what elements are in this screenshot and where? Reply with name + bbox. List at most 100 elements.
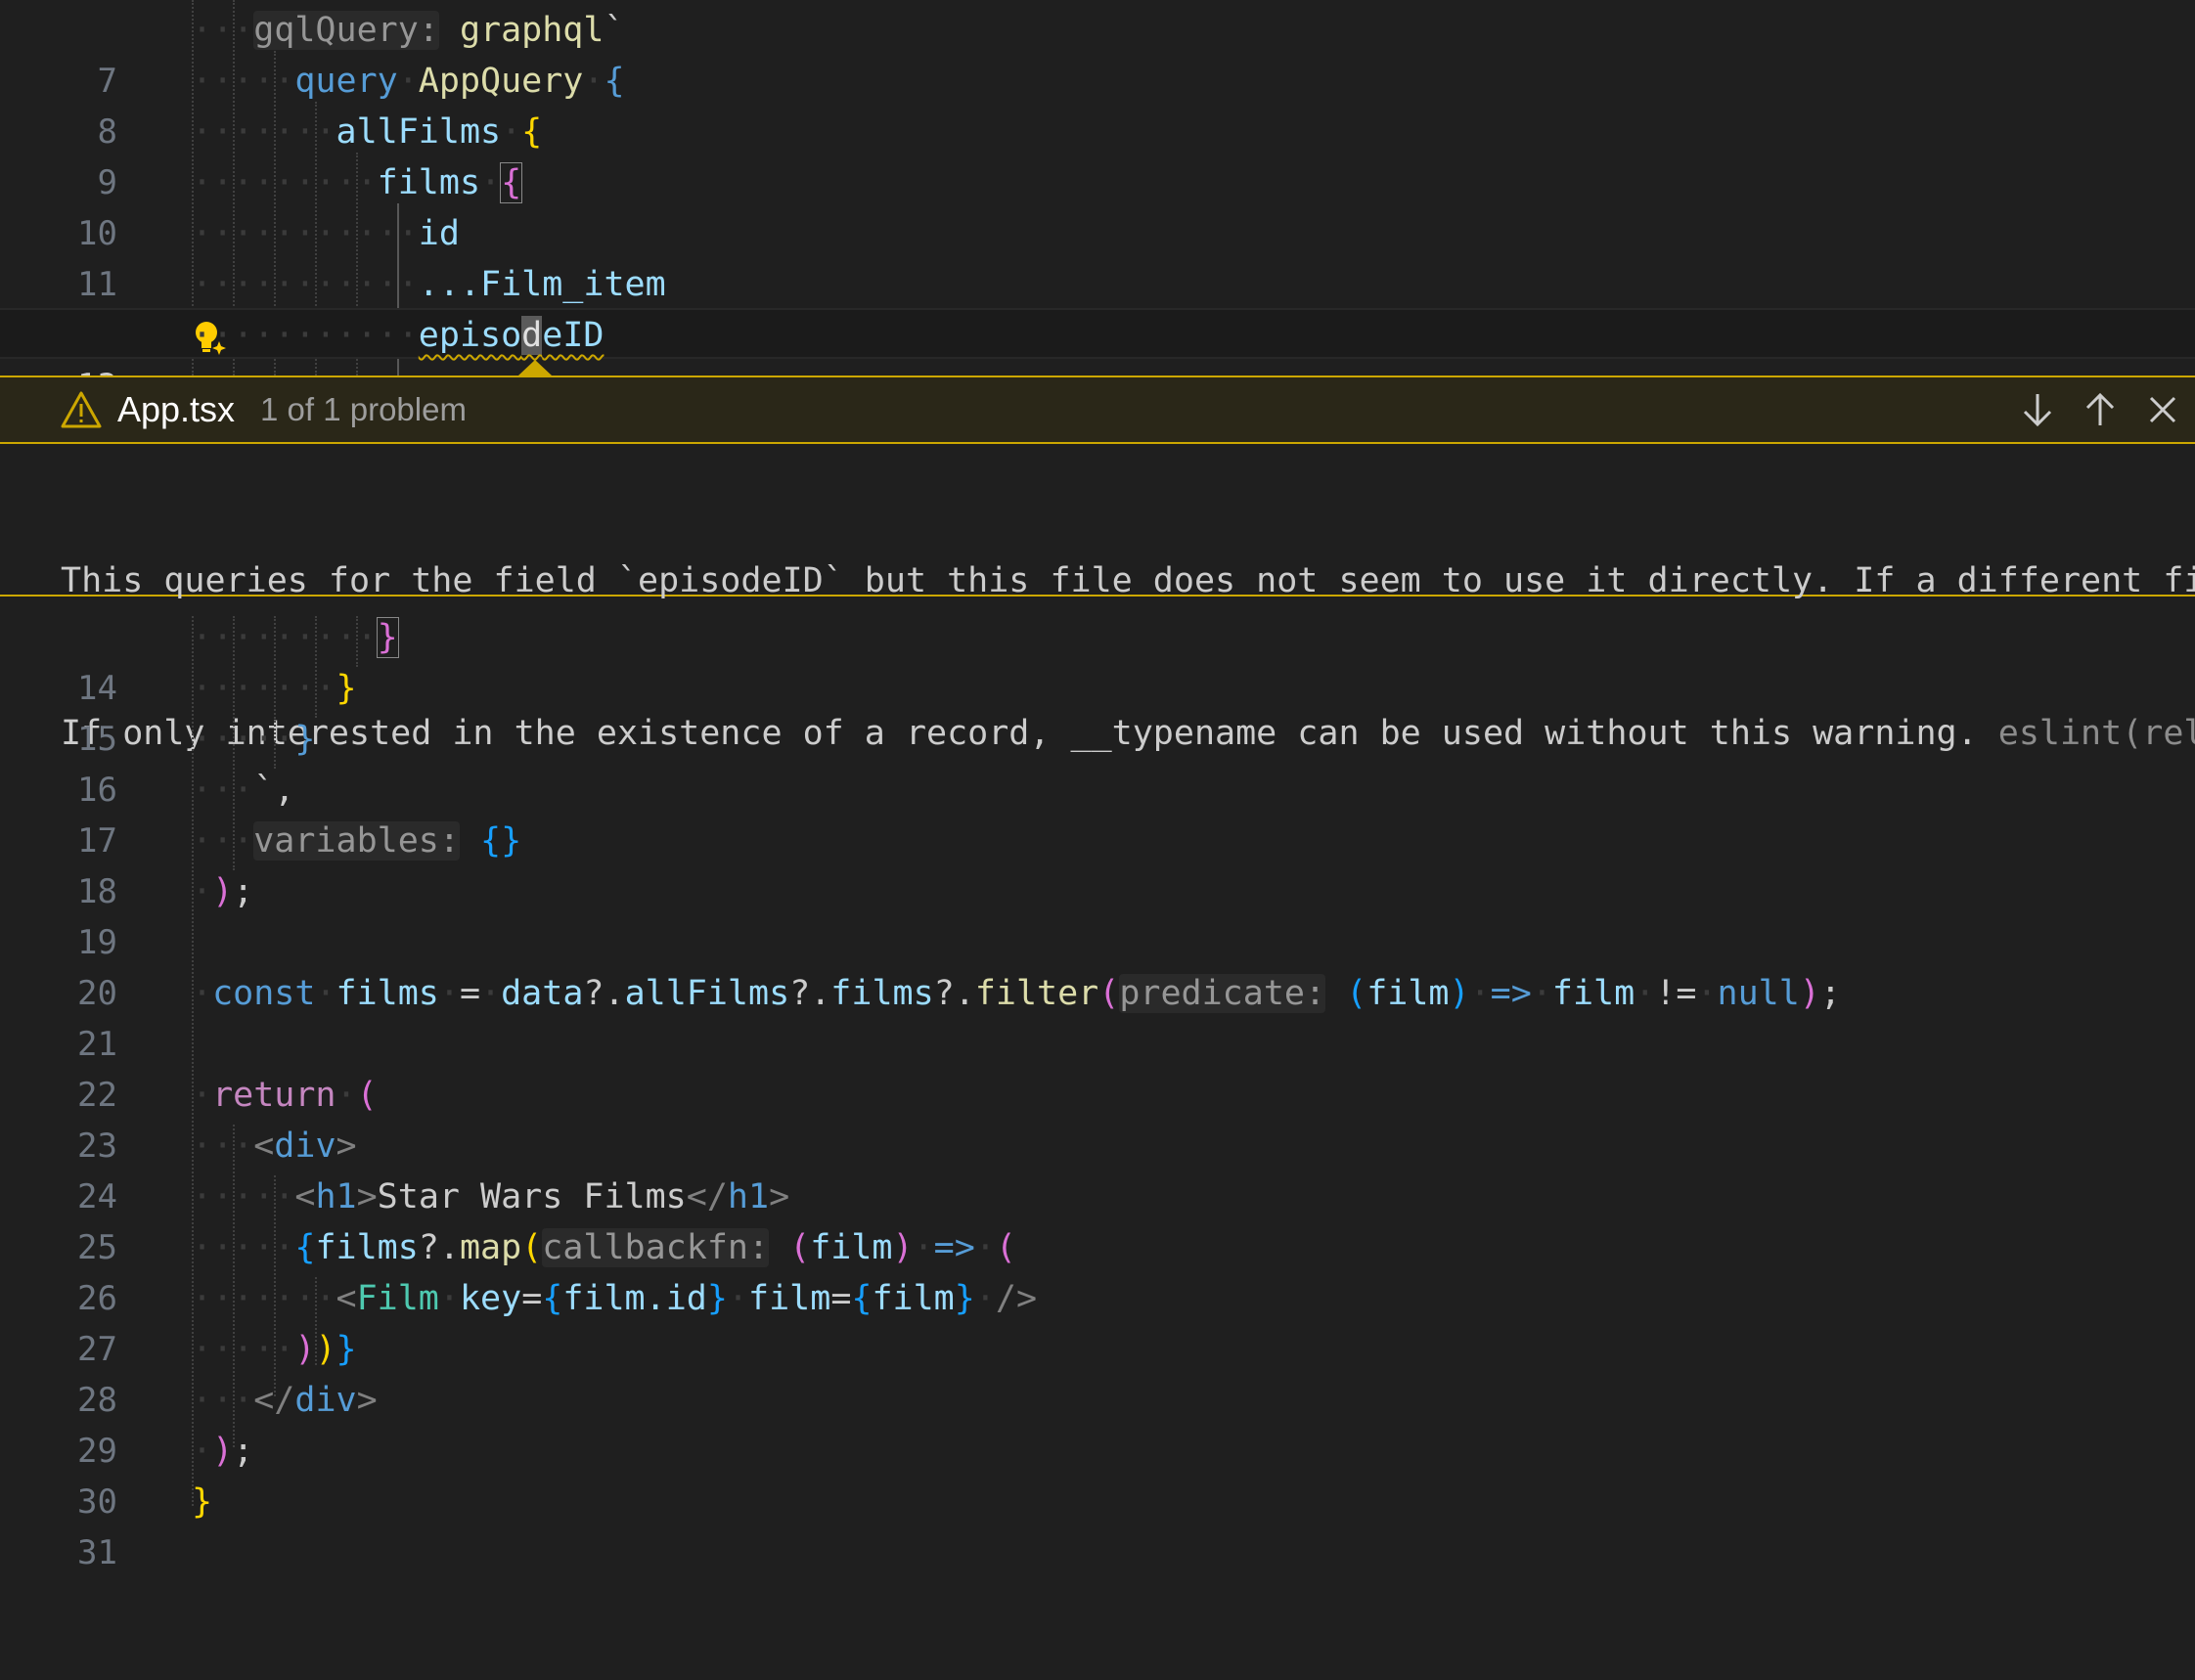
code-line-21[interactable]: 21 ·const·films·=·data?.allFilms?.films?… — [0, 968, 2195, 1064]
code-token: film — [748, 1279, 831, 1318]
code-token: ...Film_item — [418, 265, 666, 304]
code-token: > — [356, 1177, 378, 1216]
code-line-29[interactable]: 29 ···</div> — [0, 1375, 2195, 1471]
code-token: > — [769, 1177, 790, 1216]
code-token: } — [336, 1330, 357, 1369]
code-token: film — [872, 1279, 955, 1318]
code-line-11[interactable]: 11 ···········id — [0, 208, 2195, 304]
code-token: } — [954, 1279, 975, 1318]
inlay-hint: predicate: — [1119, 974, 1326, 1013]
code-line-19[interactable]: 19 ·); — [0, 866, 2195, 962]
code-token: ( — [1346, 974, 1367, 1013]
code-editor[interactable]: 7 ···gqlQuery: graphql` 8 ·····query·App… — [0, 0, 2195, 1572]
code-token: ?. — [933, 974, 975, 1013]
code-line-14[interactable]: 14 ·········} — [0, 612, 2195, 708]
peek-header: App.tsx 1 of 1 problem — [0, 377, 2195, 444]
code-token: } — [336, 669, 357, 708]
code-token: film — [1366, 974, 1450, 1013]
problem-message-line: This queries for the field `episodeID` b… — [61, 561, 2195, 600]
matching-bracket: } — [376, 617, 399, 658]
code-token: data — [501, 974, 584, 1013]
code-token: return — [212, 1076, 336, 1115]
code-line-8[interactable]: 8 ·····query·AppQuery·{ — [0, 56, 2195, 152]
close-icon — [2149, 396, 2176, 423]
code-token: ` — [253, 771, 275, 810]
previous-problem-button[interactable] — [2078, 387, 2123, 432]
code-token: > — [336, 1127, 357, 1166]
code-line-20[interactable]: 20 — [0, 917, 2195, 1013]
code-token: ) — [212, 872, 234, 911]
code-token: ?. — [418, 1228, 460, 1267]
code-line-18[interactable]: 18 ···variables: {} — [0, 816, 2195, 911]
code-line-27[interactable]: 27 ·······<Film·key={film.id}·film={film… — [0, 1273, 2195, 1369]
next-problem-button[interactable] — [2015, 387, 2060, 432]
inlay-hint: callbackfn: — [542, 1228, 770, 1267]
code-token: </ — [253, 1381, 295, 1420]
code-token: } — [294, 720, 316, 759]
code-line-16[interactable]: 16 ·····} — [0, 714, 2195, 810]
code-token: key — [459, 1279, 522, 1318]
code-token: { — [851, 1279, 873, 1318]
matching-bracket: { — [500, 162, 523, 203]
code-line-7[interactable]: 7 ···gqlQuery: graphql` — [0, 5, 2195, 101]
code-token: </ — [686, 1177, 728, 1216]
code-line-10[interactable]: 10 ·········films·{ — [0, 157, 2195, 253]
code-token: ) — [294, 1330, 316, 1369]
warning-icon — [61, 391, 102, 428]
code-token: ( — [1098, 974, 1120, 1013]
code-token: films — [336, 974, 439, 1013]
code-token: allFilms — [624, 974, 790, 1013]
peek-pointer — [518, 360, 552, 376]
code-token: ( — [995, 1228, 1016, 1267]
problem-peek-widget: App.tsx 1 of 1 problem This queries for … — [0, 376, 2195, 753]
code-token: < — [253, 1127, 275, 1166]
code-token: films — [377, 163, 481, 202]
code-token: filter — [974, 974, 1099, 1013]
arrow-up-icon — [2085, 392, 2115, 425]
code-token: eID — [542, 316, 605, 355]
code-token: h1 — [315, 1177, 357, 1216]
code-token: {} — [480, 821, 522, 861]
code-token: Star Wars Films — [377, 1177, 687, 1216]
code-token: { — [604, 62, 625, 101]
code-token: => — [1490, 974, 1532, 1013]
code-token: = — [459, 974, 481, 1013]
code-token: ?. — [789, 974, 831, 1013]
code-line-26[interactable]: 26 ·····{films?.map(callbackfn: (film)·=… — [0, 1222, 2195, 1318]
code-line-30[interactable]: 30 ·); — [0, 1426, 2195, 1522]
code-line-12[interactable]: 12 ···········...Film_item — [0, 259, 2195, 355]
code-line-31[interactable]: 31 } — [0, 1477, 2195, 1572]
code-token: const — [212, 974, 316, 1013]
code-token: , — [274, 771, 295, 810]
code-token: h1 — [727, 1177, 770, 1216]
code-token: film — [1551, 974, 1635, 1013]
code-token: ( — [789, 1228, 811, 1267]
peek-problem-count: 1 of 1 problem — [260, 391, 467, 427]
code-line-17[interactable]: 17 ···`, — [0, 765, 2195, 861]
code-token: { — [294, 1228, 316, 1267]
close-peek-button[interactable] — [2140, 387, 2185, 432]
code-token: ) — [315, 1330, 336, 1369]
code-token: ; — [1819, 974, 1841, 1013]
code-token: id — [418, 214, 460, 253]
inlay-hint: gqlQuery: — [253, 11, 439, 50]
code-token: = — [521, 1279, 543, 1318]
code-token: episo — [418, 316, 522, 355]
code-line-25[interactable]: 25 ·····<h1>Star Wars Films</h1> — [0, 1172, 2195, 1267]
code-token: ) — [212, 1432, 234, 1471]
code-token: films — [830, 974, 934, 1013]
code-line-24[interactable]: 24 ···<div> — [0, 1121, 2195, 1216]
code-token: Film — [356, 1279, 439, 1318]
code-line-28[interactable]: 28 ·····))} — [0, 1324, 2195, 1420]
code-token: > — [356, 1381, 378, 1420]
arrow-down-icon — [2023, 394, 2052, 427]
code-line-13-current[interactable]: 13 ···········episodeID — [0, 308, 2195, 406]
code-token: { — [521, 112, 543, 152]
code-token: null — [1717, 974, 1800, 1013]
code-line-23[interactable]: 23 ·return·( — [0, 1070, 2195, 1166]
code-line-15[interactable]: 15 ·······} — [0, 663, 2195, 759]
code-line-9[interactable]: 9 ·······allFilms·{ — [0, 107, 2195, 202]
code-token: < — [336, 1279, 357, 1318]
code-line-22[interactable]: 22 — [0, 1019, 2195, 1115]
code-token: = — [830, 1279, 852, 1318]
